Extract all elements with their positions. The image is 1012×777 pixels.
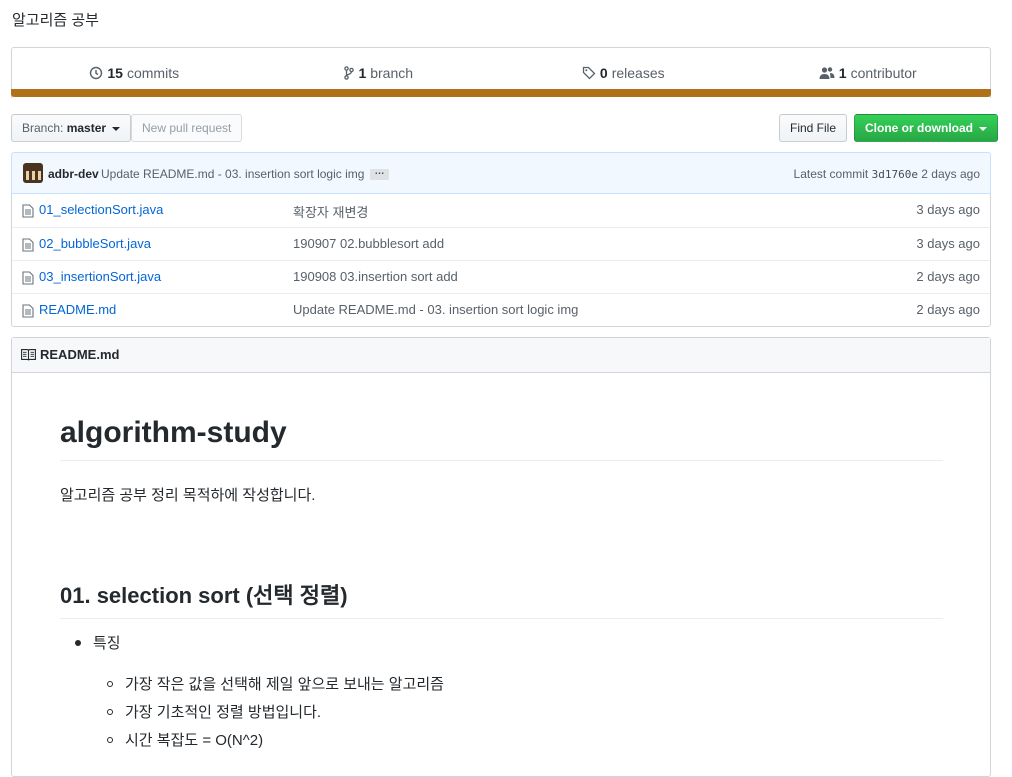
file-row: 01_selectionSort.java 확장자 재변경 3 days ago bbox=[12, 194, 990, 227]
circle-bullet-icon bbox=[107, 737, 113, 743]
commits-label: commits bbox=[126, 65, 180, 81]
list-item: 시간 복잡도 = O(N^2) bbox=[125, 732, 264, 749]
file-commit-message[interactable]: 190907 02.bubblesort add bbox=[293, 236, 444, 251]
expand-commit-button[interactable]: … bbox=[370, 167, 389, 180]
latest-commit-info: Latest commit 3d1760e 2 days ago bbox=[794, 167, 980, 181]
file-name-link[interactable]: 03_insertionSort.java bbox=[39, 269, 161, 284]
caret-down-icon bbox=[979, 126, 988, 131]
file-icon bbox=[22, 238, 34, 252]
file-icon bbox=[22, 204, 34, 218]
branch-select-button[interactable]: Branch: master bbox=[11, 114, 132, 142]
file-icon bbox=[22, 271, 34, 285]
commit-sha[interactable]: 3d1760e bbox=[872, 168, 918, 181]
readme-intro: 알고리즘 공부 정리 목적하에 작성합니다. bbox=[60, 487, 316, 504]
commit-author[interactable]: adbr-dev bbox=[48, 167, 99, 181]
file-age: 3 days ago bbox=[916, 236, 980, 251]
file-list: 01_selectionSort.java 확장자 재변경 3 days ago… bbox=[11, 194, 991, 327]
file-row: 03_insertionSort.java 190908 03.insertio… bbox=[12, 260, 990, 293]
contributors-link[interactable]: 1 contributor bbox=[746, 65, 991, 81]
file-name-link[interactable]: 01_selectionSort.java bbox=[39, 202, 163, 217]
clone-download-label: Clone or download bbox=[865, 121, 973, 135]
file-row: README.md Update README.md - 03. inserti… bbox=[12, 293, 990, 326]
file-age: 2 days ago bbox=[916, 302, 980, 317]
history-icon bbox=[90, 66, 103, 80]
file-commit-message[interactable]: 190908 03.insertion sort add bbox=[293, 269, 458, 284]
readme-header: README.md bbox=[12, 338, 990, 373]
language-bar[interactable] bbox=[11, 89, 991, 97]
branches-count: 1 bbox=[358, 65, 367, 81]
book-icon bbox=[21, 349, 36, 361]
file-name-link[interactable]: 02_bubbleSort.java bbox=[39, 236, 151, 251]
list-item: 가장 기초적인 정렬 방법입니다. bbox=[125, 704, 322, 721]
tag-icon bbox=[582, 66, 596, 80]
find-file-button[interactable]: Find File bbox=[779, 114, 848, 142]
readme-filename[interactable]: README.md bbox=[40, 347, 119, 362]
new-pull-request-button[interactable]: New pull request bbox=[131, 114, 243, 142]
clone-download-button[interactable]: Clone or download bbox=[854, 114, 999, 142]
git-branch-icon bbox=[344, 66, 355, 80]
list-item: 가장 작은 값을 선택해 제일 앞으로 보내는 알고리즘 bbox=[125, 676, 444, 693]
branch-prefix: Branch: bbox=[22, 121, 64, 135]
contributors-label: contributor bbox=[850, 65, 917, 81]
repo-description: 알고리즘 공부 bbox=[12, 12, 99, 29]
file-commit-message[interactable]: Update README.md - 03. insertion sort lo… bbox=[293, 302, 578, 317]
people-icon bbox=[819, 67, 835, 79]
avatar[interactable] bbox=[23, 163, 43, 183]
bullet-icon bbox=[75, 640, 81, 646]
latest-commit-label: Latest commit bbox=[793, 167, 869, 181]
file-icon bbox=[22, 304, 34, 318]
file-age: 2 days ago bbox=[916, 269, 980, 284]
commit-age: 2 days ago bbox=[921, 167, 980, 181]
contributors-count: 1 bbox=[838, 65, 847, 81]
branches-label: branch bbox=[370, 65, 414, 81]
commits-count: 15 bbox=[107, 65, 123, 81]
releases-label: releases bbox=[611, 65, 665, 81]
file-age: 3 days ago bbox=[916, 202, 980, 217]
commit-message[interactable]: Update README.md - 03. insertion sort lo… bbox=[101, 167, 364, 181]
file-commit-message[interactable]: 확장자 재변경 bbox=[293, 202, 368, 221]
commits-link[interactable]: 15 commits bbox=[12, 65, 257, 81]
readme-h1: algorithm-study bbox=[60, 416, 943, 461]
circle-bullet-icon bbox=[107, 709, 113, 715]
list-item: 특징 bbox=[93, 635, 121, 652]
releases-link[interactable]: 0 releases bbox=[501, 65, 746, 81]
branch-name: master bbox=[66, 121, 107, 135]
file-row: 02_bubbleSort.java 190907 02.bubblesort … bbox=[12, 227, 990, 260]
latest-commit-bar: adbr-dev Update README.md - 03. insertio… bbox=[11, 152, 991, 194]
releases-count: 0 bbox=[599, 65, 608, 81]
readme-h2: 01. selection sort (선택 정렬) bbox=[60, 578, 943, 619]
branches-link[interactable]: 1 branch bbox=[257, 65, 502, 81]
caret-down-icon bbox=[112, 126, 121, 131]
circle-bullet-icon bbox=[107, 681, 113, 687]
file-name-link[interactable]: README.md bbox=[39, 302, 116, 317]
readme-panel: README.md algorithm-study 알고리즘 공부 정리 목적하… bbox=[11, 337, 991, 777]
